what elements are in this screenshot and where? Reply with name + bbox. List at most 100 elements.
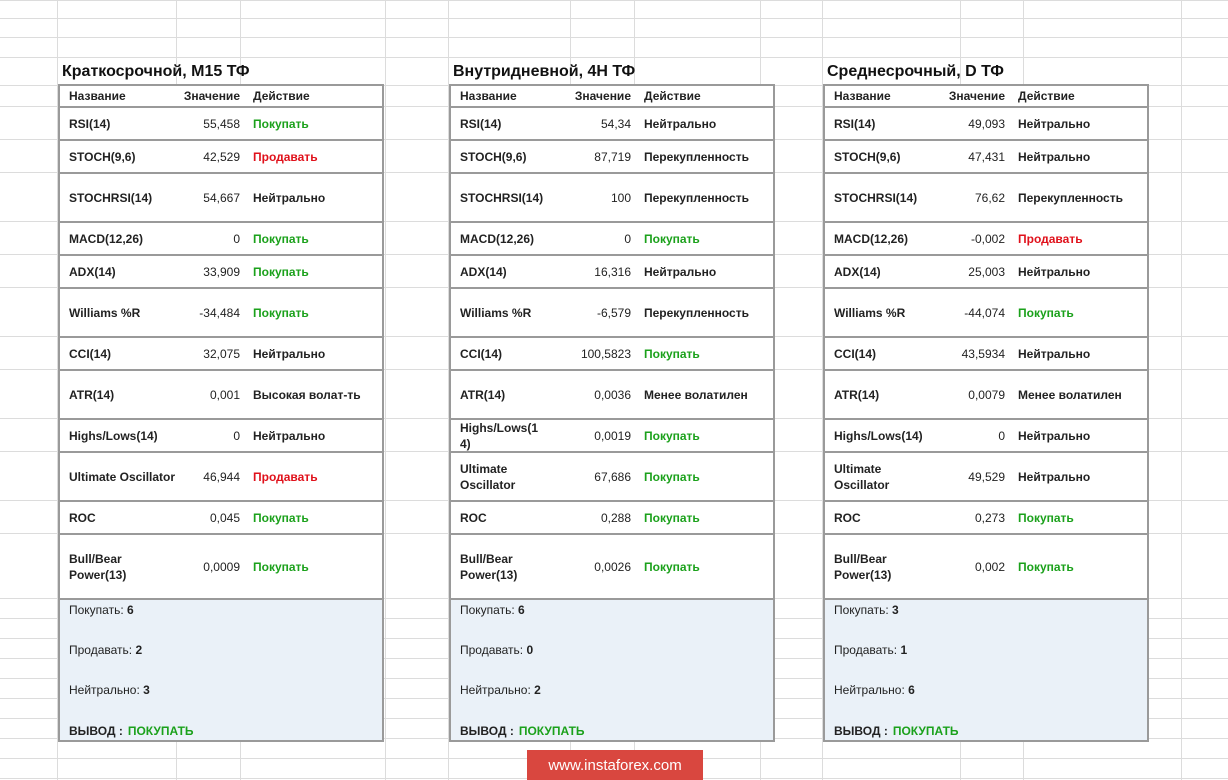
indicator-name-text: MACD(12,26) bbox=[834, 231, 909, 246]
indicator-name-text: RSI(14) bbox=[69, 116, 111, 131]
summary-neutral: Нейтрально: 3 bbox=[69, 683, 150, 697]
indicator-value: 0 bbox=[233, 428, 240, 443]
table-row: STOCH(9,6) 87,719 Перекупленность bbox=[451, 141, 773, 174]
summary-buy-count: 6 bbox=[127, 603, 134, 617]
indicator-value: 0,045 bbox=[209, 510, 240, 525]
header-value: Значение bbox=[574, 89, 631, 103]
indicator-name-text: Williams %R bbox=[834, 305, 906, 320]
summary-sell-label: Продавать: bbox=[834, 643, 898, 657]
table-row: STOCH(9,6) 42,529 Продавать bbox=[60, 141, 382, 174]
indicator-action: Нейтрально bbox=[1018, 149, 1091, 164]
indicator-name-text: RSI(14) bbox=[460, 116, 502, 131]
table-row: STOCHRSI(14) 76,62 Перекупленность bbox=[825, 174, 1147, 223]
indicator-value: 0 bbox=[233, 231, 240, 246]
indicator-action: Нейтрально bbox=[1018, 116, 1091, 131]
table-row: CCI(14) 100,5823 Покупать bbox=[451, 338, 773, 371]
table-row: Williams %R -34,484 Покупать bbox=[60, 289, 382, 338]
indicator-value: 0,001 bbox=[209, 387, 240, 402]
indicator-name-text: Ultimate Oscillator bbox=[834, 461, 890, 492]
table-row: Bull/Bear Power(13) 0,0026 Покупать bbox=[451, 535, 773, 600]
panel-title: Внутридневной, 4H ТФ bbox=[453, 63, 636, 80]
summary-block: Покупать: 6 Продавать: 0 Нейтрально: 2 ВЫВО… bbox=[451, 600, 773, 740]
indicator-name-text: CCI(14) bbox=[834, 346, 877, 361]
indicator-action: Нейтрально bbox=[644, 264, 717, 279]
summary-neutral: Нейтрально: 6 bbox=[834, 683, 915, 697]
summary-neutral: Нейтрально: 2 bbox=[460, 683, 541, 697]
table-row: ATR(14) 0,001 Высокая волат-ть bbox=[60, 371, 382, 420]
indicator-action: Менее волатилен bbox=[1018, 387, 1122, 402]
indicator-value: -6,579 bbox=[596, 305, 631, 320]
indicator-name-text: ROC bbox=[460, 510, 487, 525]
summary-sell: Продавать: 1 bbox=[834, 643, 907, 657]
indicator-value: 54,34 bbox=[600, 116, 631, 131]
indicator-action: Продавать bbox=[253, 469, 318, 484]
indicator-value: 46,944 bbox=[203, 469, 240, 484]
indicator-name-text: STOCH(9,6) bbox=[834, 149, 901, 164]
indicator-action: Нейтрально bbox=[1018, 346, 1091, 361]
table-row: RSI(14) 55,458 Покупать bbox=[60, 108, 382, 141]
indicator-name-text: MACD(12,26) bbox=[69, 231, 144, 246]
summary-block: Покупать: 6 Продавать: 2 Нейтрально: 3 ВЫВО… bbox=[60, 600, 382, 740]
indicator-value: 0,0036 bbox=[594, 387, 631, 402]
indicator-action: Покупать bbox=[644, 559, 700, 574]
indicator-name-text: Williams %R bbox=[69, 305, 141, 320]
indicator-value: 49,529 bbox=[968, 469, 1005, 484]
indicator-value: 25,003 bbox=[968, 264, 1005, 279]
table-row: ATR(14) 0,0036 Менее волатилен bbox=[451, 371, 773, 420]
summary-verdict: ВЫВОД : ПОКУПАТЬ bbox=[69, 724, 194, 738]
indicator-value: -34,484 bbox=[199, 305, 240, 320]
indicator-action: Покупать bbox=[253, 116, 309, 131]
verdict-label: ВЫВОД : bbox=[834, 724, 888, 738]
indicator-value: 0,002 bbox=[974, 559, 1005, 574]
indicator-value: 33,909 bbox=[203, 264, 240, 279]
indicator-action: Нейтрально bbox=[1018, 264, 1091, 279]
table-row: CCI(14) 43,5934 Нейтрально bbox=[825, 338, 1147, 371]
indicator-action: Перекупленность bbox=[1018, 190, 1123, 205]
indicator-name-text: ROC bbox=[834, 510, 861, 525]
summary-buy-label: Покупать: bbox=[69, 603, 124, 617]
indicator-name-text: Highs/Lows(14) bbox=[834, 428, 923, 443]
indicator-action: Покупать bbox=[1018, 305, 1074, 320]
verdict-value: ПОКУПАТЬ bbox=[127, 724, 194, 738]
indicator-value: 0,0009 bbox=[203, 559, 240, 574]
table-row: Ultimate Oscillator 67,686 Покупать bbox=[451, 453, 773, 502]
indicator-value: 0,0019 bbox=[594, 428, 631, 443]
indicator-name-text: ROC bbox=[69, 510, 96, 525]
indicator-name-text: RSI(14) bbox=[834, 116, 876, 131]
indicator-action: Нейтрально bbox=[1018, 428, 1091, 443]
table-row: Highs/Lows(1 4) 0,0019 Покупать bbox=[451, 420, 773, 453]
indicator-name-text: Highs/Lows(14) bbox=[69, 428, 158, 443]
indicator-value: 87,719 bbox=[594, 149, 631, 164]
indicator-action: Покупать bbox=[1018, 559, 1074, 574]
table-row: ROC 0,045 Покупать bbox=[60, 502, 382, 535]
indicator-value: 47,431 bbox=[968, 149, 1005, 164]
indicator-action: Покупать bbox=[644, 469, 700, 484]
indicator-action: Нейтрально bbox=[253, 190, 326, 205]
indicator-name-text: CCI(14) bbox=[460, 346, 503, 361]
indicator-name-text: ATR(14) bbox=[834, 387, 880, 402]
summary-sell-count: 0 bbox=[526, 643, 534, 657]
indicator-action: Продавать bbox=[253, 149, 318, 164]
table-row: Bull/Bear Power(13) 0,002 Покупать bbox=[825, 535, 1147, 600]
panel-title: Среднесрочный, D ТФ bbox=[827, 63, 1004, 80]
indicator-table: Название Значение Действие RSI(14) 55,458 Пок… bbox=[58, 84, 384, 742]
indicator-name-text: Bull/Bear Power(13) bbox=[69, 551, 127, 582]
indicator-action: Покупать bbox=[253, 510, 309, 525]
indicator-table: Название Значение Действие RSI(14) 54,34 Нейт… bbox=[449, 84, 775, 742]
summary-sell-label: Продавать: bbox=[69, 643, 133, 657]
indicator-value: 76,62 bbox=[974, 190, 1005, 205]
indicator-value: -0,002 bbox=[970, 231, 1005, 246]
table-header: Название Значение Действие bbox=[825, 86, 1147, 108]
indicator-action: Покупать bbox=[644, 428, 700, 443]
summary-neutral-label: Нейтрально: bbox=[834, 683, 905, 697]
summary-sell-count: 2 bbox=[135, 643, 143, 657]
indicator-name-text: Highs/Lows(1 4) bbox=[460, 420, 539, 451]
summary-neutral-count: 2 bbox=[534, 683, 541, 697]
indicator-value: 0,0026 bbox=[594, 559, 631, 574]
indicator-name-text: Ultimate Oscillator bbox=[69, 469, 176, 484]
indicator-action: Нейтрально bbox=[253, 346, 326, 361]
indicator-action: Покупать bbox=[644, 510, 700, 525]
summary-buy-label: Покупать: bbox=[834, 603, 889, 617]
indicator-action: Нейтрально bbox=[1018, 469, 1091, 484]
verdict-value: ПОКУПАТЬ bbox=[892, 724, 959, 738]
